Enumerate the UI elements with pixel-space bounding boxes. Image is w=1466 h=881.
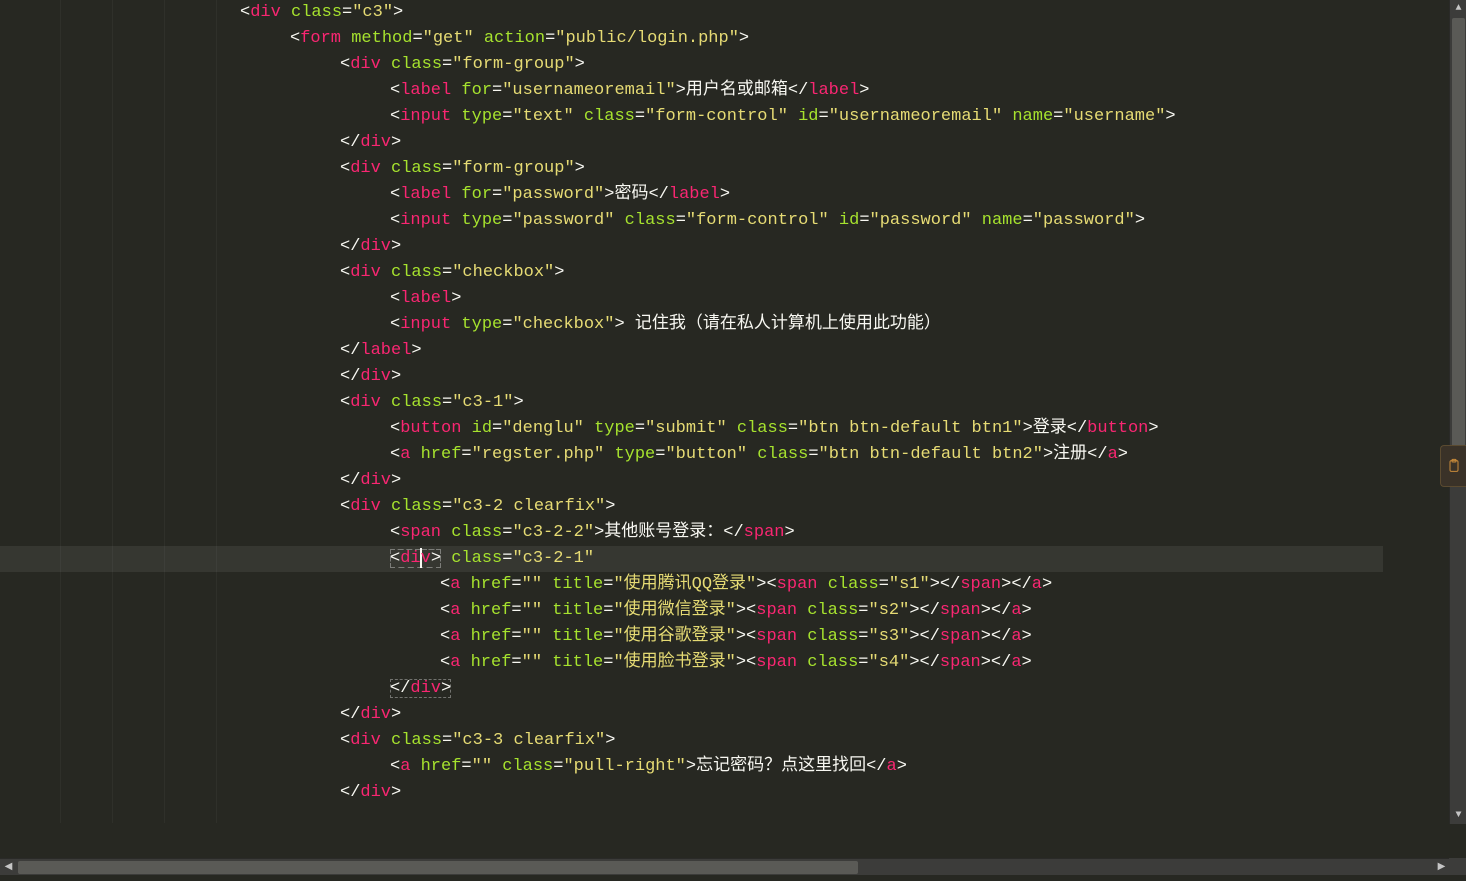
scroll-down-icon[interactable]: ▼ — [1450, 807, 1466, 824]
code-line[interactable]: <label for="usernameoremail">用户名或邮箱</lab… — [0, 78, 1383, 104]
code-editor[interactable]: <div class="c3"><form method="get" actio… — [0, 0, 1383, 823]
vertical-scrollbar[interactable]: ▲ ▼ — [1449, 0, 1466, 824]
code-line[interactable]: <a href="" title="使用谷歌登录"><span class="s… — [0, 624, 1383, 650]
code-line[interactable]: <div class="c3-3 clearfix"> — [0, 728, 1383, 754]
code-line[interactable]: <a href="regster.php" type="button" clas… — [0, 442, 1383, 468]
code-line[interactable]: <a href="" title="使用腾讯QQ登录"><span class=… — [0, 572, 1383, 598]
code-line[interactable]: <a href="" title="使用脸书登录"><span class="s… — [0, 650, 1383, 676]
vertical-scroll-thumb[interactable] — [1452, 18, 1465, 448]
scroll-up-icon[interactable]: ▲ — [1450, 0, 1466, 17]
code-line[interactable]: </div> — [0, 234, 1383, 260]
code-line[interactable]: <div class="c3"> — [0, 0, 1383, 26]
code-line[interactable]: </div> — [0, 130, 1383, 156]
matched-tag-close: </div> — [390, 679, 451, 698]
scroll-right-icon[interactable]: ▶ — [1433, 859, 1450, 876]
code-line[interactable]: <span class="c3-2-2">其他账号登录：</span> — [0, 520, 1383, 546]
code-line[interactable]: </div> — [0, 702, 1383, 728]
code-line[interactable]: </div> — [0, 780, 1383, 806]
code-line[interactable]: <label> — [0, 286, 1383, 312]
scrollbar-corner — [1449, 858, 1466, 875]
matched-tag-open: <div> — [390, 549, 441, 568]
code-line[interactable]: <input type="text" class="form-control" … — [0, 104, 1383, 130]
code-line[interactable]: <div class="c3-2 clearfix"> — [0, 494, 1383, 520]
code-line[interactable]: <div class="checkbox"> — [0, 260, 1383, 286]
code-line[interactable]: <input type="checkbox"> 记住我（请在私人计算机上使用此功… — [0, 312, 1383, 338]
horizontal-scroll-thumb[interactable] — [18, 861, 858, 874]
code-line[interactable]: <a href="" class="pull-right">忘记密码？点这里找回… — [0, 754, 1383, 780]
code-line[interactable]: <button id="denglu" type="submit" class=… — [0, 416, 1383, 442]
code-area[interactable]: <div class="c3"><form method="get" actio… — [0, 0, 1383, 806]
side-tool-button[interactable] — [1440, 445, 1466, 487]
code-line[interactable]: <div> class="c3-2-1" — [0, 546, 1383, 572]
horizontal-scrollbar[interactable]: ◀ ▶ — [0, 858, 1450, 875]
code-line[interactable]: </div> — [0, 676, 1383, 702]
code-line[interactable]: <div class="form-group"> — [0, 52, 1383, 78]
clipboard-icon — [1446, 458, 1462, 474]
code-line[interactable]: <label for="password">密码</label> — [0, 182, 1383, 208]
code-line[interactable]: <a href="" title="使用微信登录"><span class="s… — [0, 598, 1383, 624]
scroll-left-icon[interactable]: ◀ — [0, 859, 17, 876]
code-line[interactable]: <div class="c3-1"> — [0, 390, 1383, 416]
code-line[interactable]: </div> — [0, 468, 1383, 494]
code-line[interactable]: </div> — [0, 364, 1383, 390]
code-line[interactable]: <form method="get" action="public/login.… — [0, 26, 1383, 52]
code-line[interactable]: <input type="password" class="form-contr… — [0, 208, 1383, 234]
code-line[interactable]: </label> — [0, 338, 1383, 364]
code-line[interactable]: <div class="form-group"> — [0, 156, 1383, 182]
